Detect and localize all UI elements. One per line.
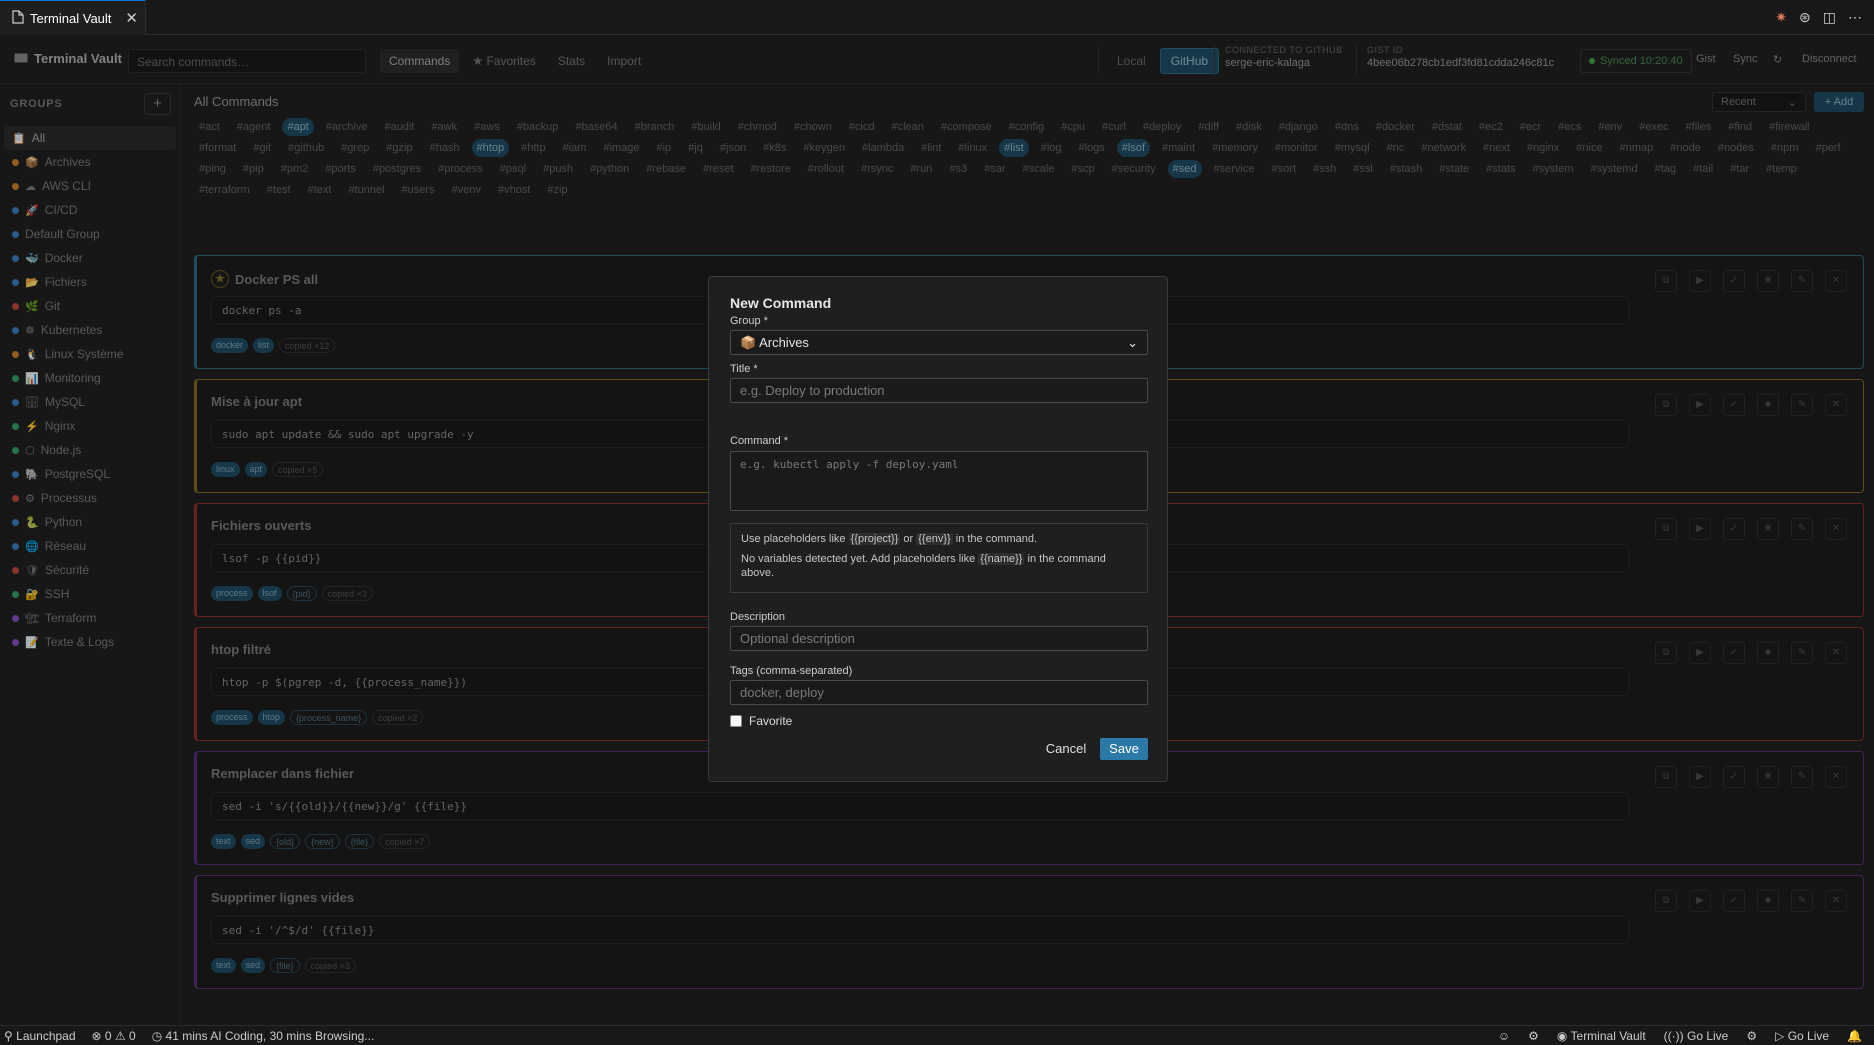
play-circle-icon: ▷ (1775, 1028, 1785, 1043)
github-icon: ◉ (1556, 1028, 1568, 1043)
hint-line-2: No variables detected yet. Add placehold… (741, 552, 1137, 580)
launchpad-label: Launchpad (16, 1028, 76, 1043)
activity-item[interactable]: ◷ 41 mins AI Coding, 30 mins Browsing... (152, 1029, 375, 1043)
history-icon: ◷ (151, 1028, 163, 1043)
vscode-window: Terminal Vault ✕ ✷ ⊛ ◫ ⋯ Terminal Vault … (0, 0, 1874, 1045)
terminal-vault-status[interactable]: ◉ Terminal Vault (1557, 1029, 1646, 1043)
command-label: Command * (730, 435, 789, 447)
problems-indicator[interactable]: ⊗ 0 ⚠ 0 (92, 1029, 136, 1043)
claude-icon[interactable]: ✷ (1775, 9, 1787, 26)
new-command-dialog: New Command Group * 📦 Archives ⌄ Title *… (708, 276, 1168, 782)
hint-text: in the command. (955, 533, 1038, 545)
editor-tab-terminal-vault[interactable]: Terminal Vault ✕ (0, 0, 146, 35)
favorite-checkbox-row: Favorite (730, 714, 792, 728)
rocket-icon: ⚲ (4, 1028, 13, 1043)
go-live-button-2[interactable]: ▷ Go Live (1775, 1029, 1829, 1043)
more-actions-icon[interactable]: ⋯ (1848, 9, 1862, 26)
favorite-label: Favorite (749, 714, 793, 728)
bell-icon[interactable]: 🔔 (1847, 1029, 1862, 1043)
tags-input[interactable]: docker, deploy (730, 680, 1148, 705)
settings-sync-icon[interactable]: ⚙ (1746, 1029, 1757, 1043)
group-select-value: 📦 Archives (740, 334, 809, 350)
go-live-button-1[interactable]: ((·)) Go Live (1664, 1029, 1729, 1043)
hint-placeholder-env: {{env}} (916, 533, 953, 545)
command-textarea[interactable]: e.g. kubectl apply -f deploy.yaml (730, 451, 1148, 511)
hint-text: Use placeholders like (741, 533, 846, 545)
hint-line-1: Use placeholders like {{project}} or {{e… (741, 532, 1137, 546)
split-editor-icon[interactable]: ◫ (1823, 9, 1836, 26)
activity-text: 41 mins AI Coding, 30 mins Browsing... (165, 1028, 375, 1043)
copilot-icon[interactable]: ☺ (1498, 1029, 1510, 1043)
editor-tab-label: Terminal Vault (30, 10, 112, 26)
save-button[interactable]: Save (1100, 738, 1148, 760)
dialog-title: New Command (730, 295, 832, 311)
status-bar: ⚲ Launchpad ⊗ 0 ⚠ 0 ◷ 41 mins AI Coding,… (0, 1025, 1874, 1045)
hint-text: No variables detected yet. Add placehold… (741, 553, 976, 565)
extension-icon[interactable]: ⚙ (1528, 1029, 1539, 1043)
editor-actions: ✷ ⊛ ◫ ⋯ (1775, 0, 1862, 35)
title-label: Title * (730, 363, 758, 375)
go-live-label-1: Go Live (1686, 1028, 1729, 1043)
tags-label: Tags (comma-separated) (730, 665, 853, 677)
close-tab-icon[interactable]: ✕ (125, 9, 138, 27)
group-select[interactable]: 📦 Archives ⌄ (730, 330, 1148, 355)
chevron-down-icon: ⌄ (1127, 334, 1138, 350)
cancel-button[interactable]: Cancel (1042, 738, 1090, 760)
group-label: Group * (730, 315, 768, 327)
placeholder-hint: Use placeholders like {{project}} or {{e… (730, 523, 1148, 593)
favorite-checkbox[interactable] (730, 715, 742, 727)
terminal-vault-status-label: Terminal Vault (1570, 1028, 1646, 1043)
broadcast-icon: ((·)) (1663, 1028, 1684, 1043)
openai-icon[interactable]: ⊛ (1799, 9, 1811, 26)
description-label: Description (730, 611, 786, 623)
hint-placeholder-project: {{project}} (848, 533, 901, 545)
editor-tab-bar: Terminal Vault ✕ ✷ ⊛ ◫ ⋯ (0, 0, 1874, 35)
description-input[interactable]: Optional description (730, 626, 1148, 651)
hint-text: or (903, 533, 914, 545)
file-icon (12, 9, 24, 27)
go-live-label-2: Go Live (1787, 1028, 1830, 1043)
title-input[interactable]: e.g. Deploy to production (730, 378, 1148, 403)
hint-placeholder-name: {{name}} (978, 553, 1025, 565)
launchpad-item[interactable]: ⚲ Launchpad (4, 1029, 76, 1043)
